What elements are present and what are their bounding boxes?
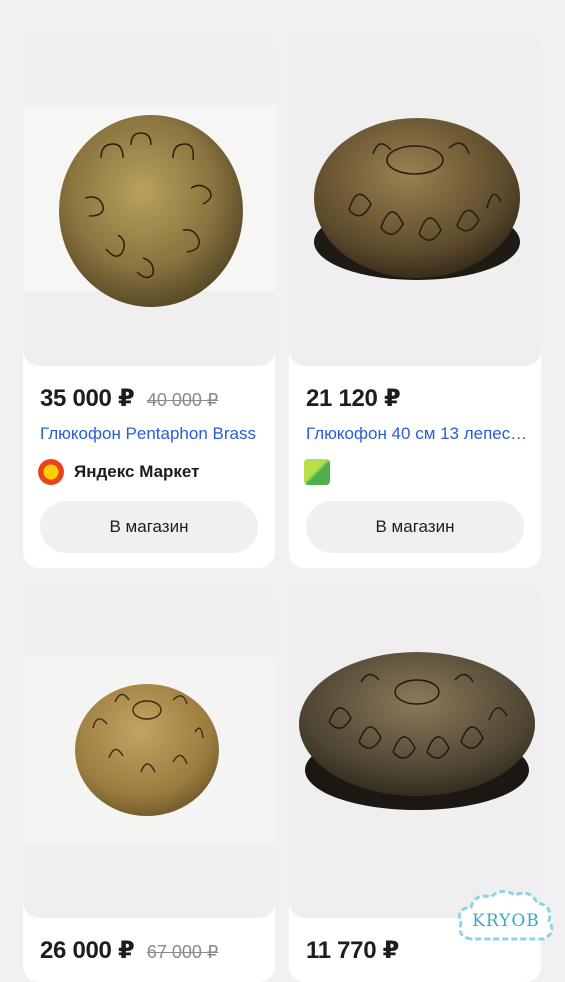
price-row: 35 000 ₽ 40 000 ₽ [40, 384, 218, 413]
to-store-button[interactable]: В магазин [40, 501, 258, 553]
old-price: 67 000 ₽ [146, 942, 219, 962]
price-row: 11 770 ₽ [306, 936, 399, 965]
shop-row [304, 458, 330, 486]
price-row: 21 120 ₽ [306, 384, 401, 413]
green-shop-icon [304, 459, 330, 485]
shop-row: Яндекс Маркет [38, 458, 199, 486]
product-card[interactable]: 35 000 ₽ 40 000 ₽ Глюкофон Pentaphon Bra… [23, 30, 275, 568]
product-image[interactable] [23, 30, 275, 366]
price: 35 000 ₽ [40, 385, 135, 412]
product-image[interactable] [289, 30, 541, 366]
product-card[interactable]: 26 000 ₽ 67 000 ₽ [23, 582, 275, 982]
old-price: 40 000 ₽ [146, 390, 219, 410]
watermark-text: KRYOB [472, 911, 540, 931]
price: 21 120 ₽ [306, 385, 401, 412]
product-title[interactable]: Глюкофон Pentaphon Brass [40, 424, 262, 444]
price-row: 26 000 ₽ 67 000 ₽ [40, 936, 218, 965]
to-store-button[interactable]: В магазин [306, 501, 524, 553]
product-image[interactable] [289, 582, 541, 918]
shop-name: Яндекс Маркет [74, 462, 200, 481]
watermark-logo: KRYOB [451, 885, 561, 953]
product-title[interactable]: Глюкофон 40 см 13 лепестков [306, 424, 528, 444]
product-card[interactable]: 21 120 ₽ Глюкофон 40 см 13 лепестков В м… [289, 30, 541, 568]
product-image[interactable] [23, 582, 275, 918]
yandex-market-icon [38, 459, 64, 485]
